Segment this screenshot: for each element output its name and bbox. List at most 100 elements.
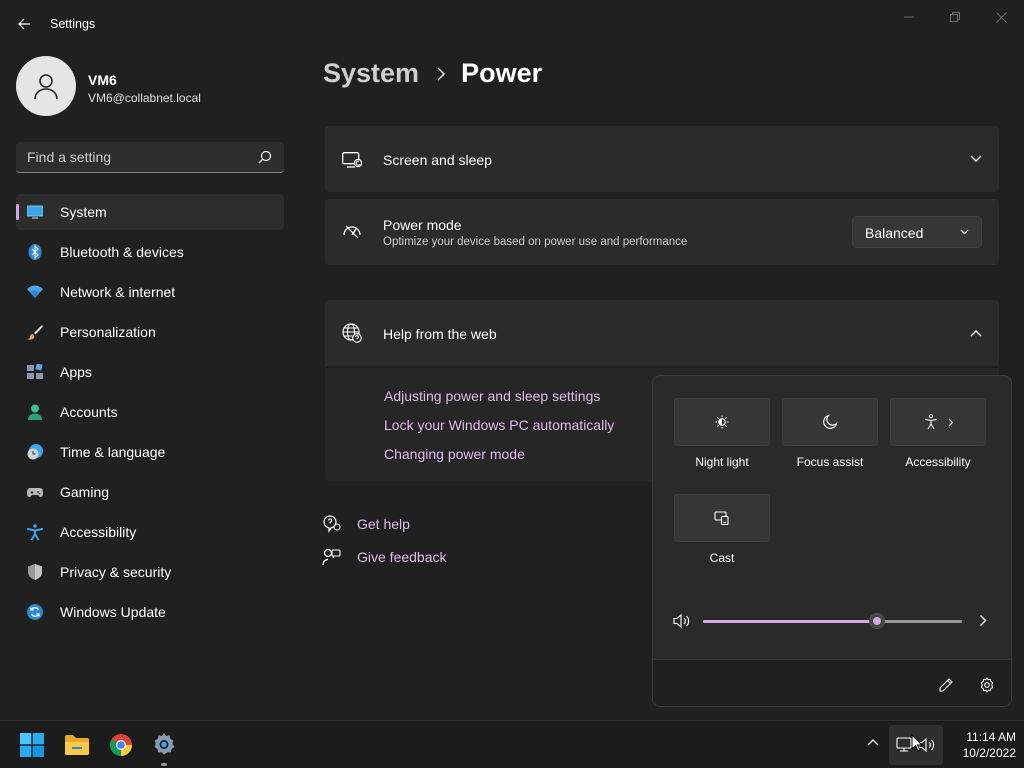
sidebar-item-label: Accessibility xyxy=(60,524,137,540)
sidebar-item-system[interactable]: System xyxy=(16,194,284,230)
wifi-icon xyxy=(27,285,43,298)
back-button[interactable] xyxy=(10,12,38,36)
sidebar-item-label: Bluetooth & devices xyxy=(60,244,184,260)
sidebar-item-label: Personalization xyxy=(60,324,156,340)
quick-tile-focus-assist: Focus assist xyxy=(782,398,878,469)
give-feedback-label: Give feedback xyxy=(357,549,447,565)
sidebar-item-personalization[interactable]: Personalization xyxy=(16,314,284,350)
sidebar-item-network[interactable]: Network & internet xyxy=(16,274,284,310)
close-button[interactable] xyxy=(978,4,1024,30)
chrome-icon xyxy=(110,734,132,756)
screen-sleep-card[interactable]: Screen and sleep xyxy=(325,126,999,192)
user-profile[interactable]: VM6 VM6@collabnet.local xyxy=(16,56,286,118)
sidebar-item-apps[interactable]: Apps xyxy=(16,354,284,390)
volume-control xyxy=(673,606,993,636)
get-help-icon xyxy=(323,515,341,533)
minimize-button[interactable] xyxy=(886,4,932,30)
sidebar-item-windows-update[interactable]: Windows Update xyxy=(16,594,284,630)
breadcrumb: System Power xyxy=(323,58,542,89)
monitor-icon xyxy=(27,205,43,219)
quick-tile-accessibility: Accessibility xyxy=(890,398,986,469)
help-link[interactable]: Adjusting power and sleep settings xyxy=(384,388,600,404)
chevron-up-icon[interactable] xyxy=(866,735,880,749)
windows-logo-icon xyxy=(20,733,44,757)
chevron-right-icon[interactable] xyxy=(979,614,987,627)
sidebar-item-privacy-security[interactable]: Privacy & security xyxy=(16,554,284,590)
cast-icon xyxy=(714,511,729,526)
search-box xyxy=(16,142,284,173)
sidebar-item-time-language[interactable]: Time & language xyxy=(16,434,284,470)
sidebar-item-label: Time & language xyxy=(60,444,166,460)
volume-slider[interactable] xyxy=(703,613,962,629)
search-input[interactable] xyxy=(16,142,252,172)
user-email: VM6@collabnet.local xyxy=(88,91,201,105)
sidebar-item-label: Gaming xyxy=(60,484,110,500)
focus-assist-toggle[interactable] xyxy=(782,398,878,446)
sidebar-nav: System Bluetooth & devices Network & int… xyxy=(16,194,284,634)
search-icon[interactable] xyxy=(258,150,272,164)
chevron-down-icon xyxy=(960,229,969,235)
quick-settings-flyout: Night light Focus assist Accessibility C… xyxy=(652,375,1012,707)
all-settings-button[interactable] xyxy=(975,673,999,697)
get-help-link[interactable]: Get help xyxy=(322,515,410,533)
speaker-icon[interactable] xyxy=(673,613,691,629)
clock-date: 10/2/2022 xyxy=(962,746,1016,760)
chevron-down-icon[interactable] xyxy=(970,155,982,163)
minimize-icon xyxy=(904,16,914,18)
card-title: Help from the web xyxy=(383,326,497,342)
sidebar-item-bluetooth[interactable]: Bluetooth & devices xyxy=(16,234,284,270)
help-from-web-card[interactable]: Help from the web xyxy=(325,300,999,366)
quick-tile-cast: Cast xyxy=(674,494,770,565)
update-icon xyxy=(27,604,43,620)
sidebar-item-label: Privacy & security xyxy=(60,564,172,580)
card-title: Power mode xyxy=(383,217,462,233)
volume-slider-thumb[interactable] xyxy=(868,613,885,629)
chevron-up-icon[interactable] xyxy=(970,329,982,337)
breadcrumb-parent[interactable]: System xyxy=(323,58,419,89)
quick-tile-night-light: Night light xyxy=(674,398,770,469)
edit-quick-settings-button[interactable] xyxy=(934,673,958,697)
get-help-label: Get help xyxy=(357,516,410,532)
sidebar-item-label: Network & internet xyxy=(60,284,176,300)
apps-icon xyxy=(27,364,43,379)
card-subtitle: Optimize your device based on power use … xyxy=(383,236,688,248)
sidebar-item-label: System xyxy=(60,204,107,220)
night-light-toggle[interactable] xyxy=(674,398,770,446)
tile-label: Accessibility xyxy=(905,455,971,469)
accessibility-tile-button[interactable] xyxy=(890,398,986,446)
feedback-icon xyxy=(322,548,341,566)
folder-icon xyxy=(65,735,89,755)
sidebar-item-label: Accounts xyxy=(60,404,118,420)
volume-slider-fill xyxy=(703,620,877,623)
screen-sleep-icon xyxy=(342,152,362,168)
sidebar-item-gaming[interactable]: Gaming xyxy=(16,474,284,510)
cast-toggle[interactable] xyxy=(674,494,770,542)
file-explorer-button[interactable] xyxy=(61,729,93,761)
user-name: VM6 xyxy=(88,72,117,88)
help-link[interactable]: Changing power mode xyxy=(384,446,525,462)
moon-icon xyxy=(823,414,838,429)
settings-taskbar-button[interactable] xyxy=(148,729,180,761)
restore-button[interactable] xyxy=(932,4,978,30)
chevron-right-icon xyxy=(437,67,446,80)
sidebar-item-label: Windows Update xyxy=(60,604,166,620)
back-arrow-icon xyxy=(18,18,30,30)
help-link[interactable]: Lock your Windows PC automatically xyxy=(384,417,614,433)
tile-label: Night light xyxy=(695,455,749,469)
gear-icon xyxy=(154,733,175,755)
taskbar-clock[interactable]: 11:14 AM 10/2/2022 xyxy=(946,729,1016,761)
power-mode-card: Power mode Optimize your device based on… xyxy=(325,199,999,265)
sidebar-item-accounts[interactable]: Accounts xyxy=(16,394,284,430)
power-mode-select[interactable]: Balanced xyxy=(852,216,982,248)
tile-label: Cast xyxy=(709,551,735,565)
sidebar-item-accessibility[interactable]: Accessibility xyxy=(16,514,284,550)
title-bar: Settings xyxy=(0,0,1024,48)
person-icon xyxy=(34,74,58,100)
give-feedback-link[interactable]: Give feedback xyxy=(322,548,447,566)
close-icon xyxy=(995,11,1007,23)
pencil-icon xyxy=(939,678,953,692)
chrome-button[interactable] xyxy=(105,729,137,761)
app-title: Settings xyxy=(50,17,96,31)
start-button[interactable] xyxy=(16,729,48,761)
speedometer-icon xyxy=(343,225,361,239)
